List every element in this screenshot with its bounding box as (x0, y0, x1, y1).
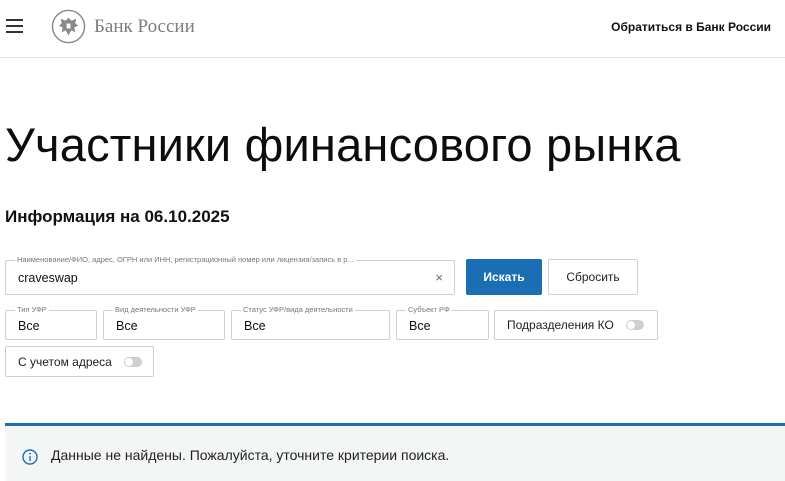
branches-toggle-label: Подразделения КО (507, 318, 614, 332)
address-toggle[interactable]: С учетом адреса (5, 346, 154, 377)
ufr-type-select[interactable]: Тип УФР Все (5, 305, 97, 340)
search-input-legend: Наименование/ФИО, адрес, ОГРН или ИНН, р… (15, 255, 356, 264)
status-select[interactable]: Статус УФР/вида деятельности Все (231, 305, 390, 340)
search-input-value[interactable]: craveswap (18, 271, 78, 285)
ufr-type-value: Все (18, 319, 40, 333)
status-legend: Статус УФР/вида деятельности (241, 305, 355, 314)
logo-text: Банк России (94, 15, 195, 37)
address-toggle-label: С учетом адреса (18, 354, 112, 369)
toggle-switch-icon[interactable] (123, 356, 142, 367)
ufr-type-legend: Тип УФР (15, 305, 49, 314)
activity-type-value: Все (116, 319, 138, 333)
search-input[interactable]: Наименование/ФИО, адрес, ОГРН или ИНН, р… (5, 255, 455, 295)
region-value: Все (409, 319, 431, 333)
page-title: Участники финансового рынка (5, 118, 681, 171)
region-legend: Субъект РФ (406, 305, 452, 314)
hamburger-menu-icon[interactable] (6, 19, 23, 33)
reset-button[interactable]: Сбросить (548, 259, 638, 295)
status-value: Все (244, 319, 266, 333)
site-header: Банк России Обратиться в Банк России (0, 0, 785, 58)
region-select[interactable]: Субъект РФ Все (396, 305, 489, 340)
activity-type-legend: Вид деятельности УФР (113, 305, 198, 314)
activity-type-select[interactable]: Вид деятельности УФР Все (103, 305, 225, 340)
info-circle-icon (22, 449, 38, 465)
contact-bank-link[interactable]: Обратиться в Банк России (611, 20, 771, 34)
double-headed-eagle-emblem-icon (51, 9, 86, 44)
clear-icon[interactable]: × (435, 270, 443, 285)
branches-toggle[interactable]: Подразделения КО (494, 310, 658, 340)
info-date-heading: Информация на 06.10.2025 (5, 207, 230, 226)
notice-text: Данные не найдены. Пожалуйста, уточните … (51, 447, 450, 463)
toggle-switch-icon[interactable] (625, 320, 644, 330)
bank-logo[interactable]: Банк России (51, 9, 195, 44)
search-button[interactable]: Искать (466, 259, 542, 295)
no-results-notice: Данные не найдены. Пожалуйста, уточните … (5, 423, 785, 481)
